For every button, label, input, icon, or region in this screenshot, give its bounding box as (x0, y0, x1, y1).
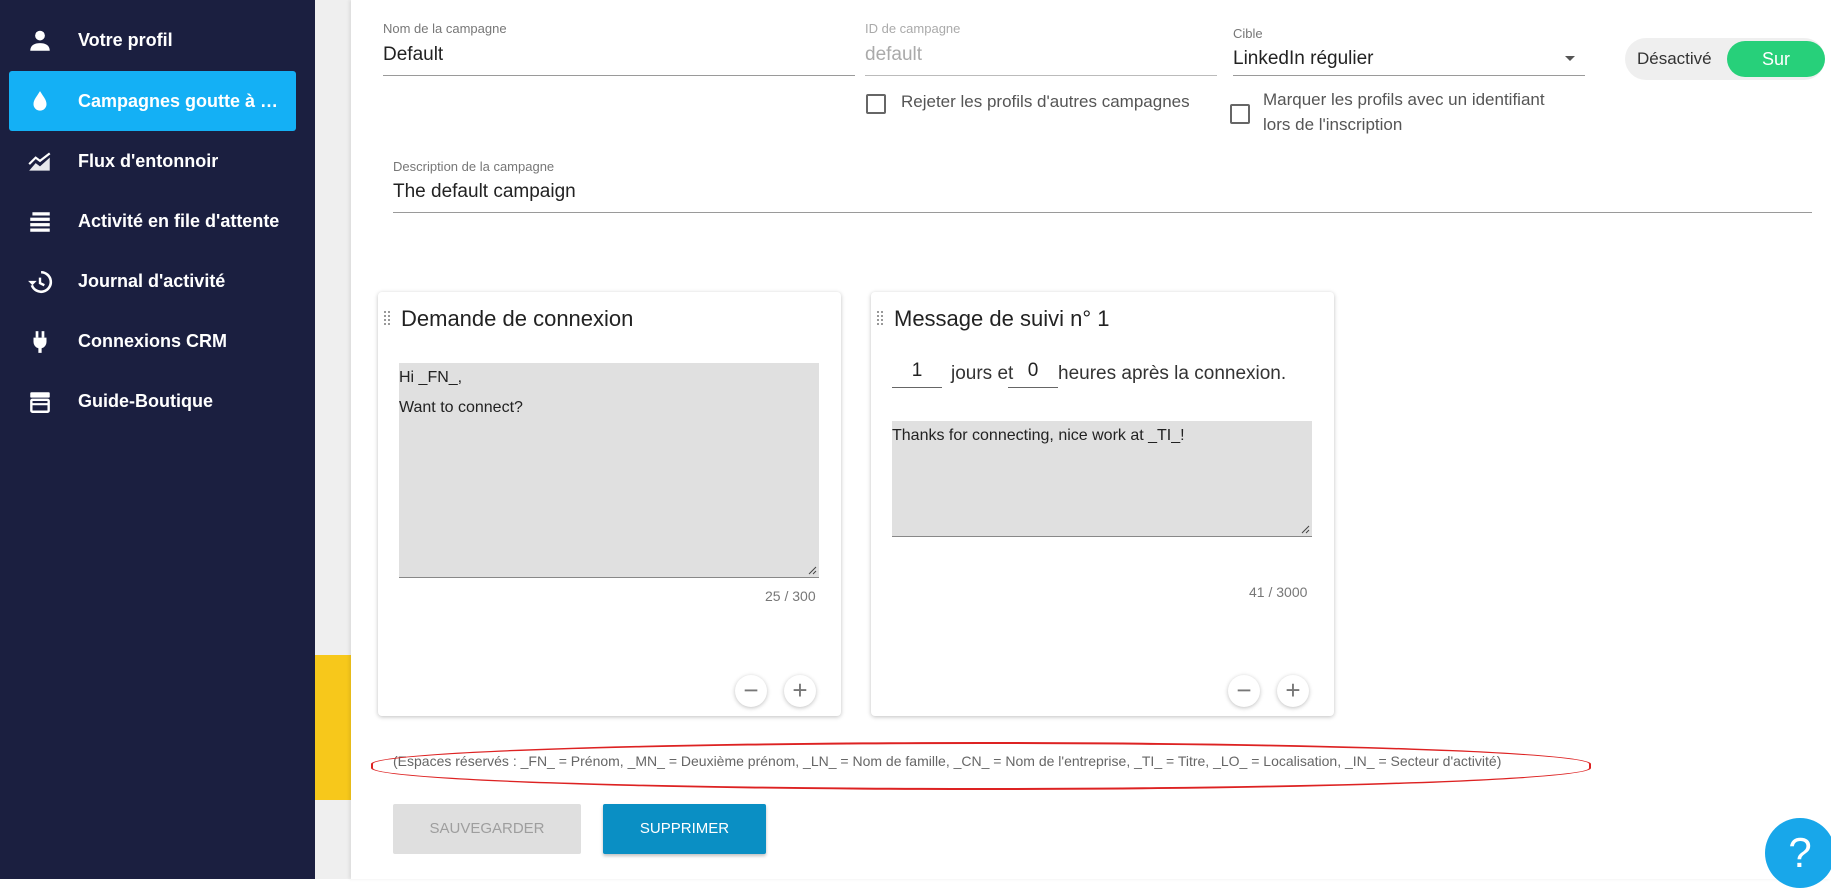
sidebar-item-label: Campagnes goutte à g… (78, 90, 288, 111)
description-underline (393, 212, 1812, 213)
minus-button[interactable]: − (1228, 675, 1260, 707)
resize-grip-icon[interactable] (1300, 524, 1310, 534)
message-line: Hi _FN_, (399, 369, 463, 386)
sidebar-item-label: Votre profil (78, 29, 173, 50)
sidebar-item-label: Activité en file d'attente (78, 210, 280, 231)
sidebar-item-profile[interactable]: Votre profil (9, 10, 296, 70)
highlight-ellipse (371, 742, 1591, 790)
sidebar-item-crm-connections[interactable]: Connexions CRM (9, 311, 296, 371)
mark-profiles-label-line2: lors de l'inscription (1263, 115, 1403, 134)
sidebar-item-activity-log[interactable]: Journal d'activité (9, 251, 296, 311)
description-label: Description de la campagne (393, 159, 555, 174)
drag-handle-icon[interactable] (384, 311, 392, 329)
reject-profiles-checkbox[interactable] (866, 94, 886, 114)
message-line: Want to connect? (399, 399, 523, 416)
character-counter: 41 / 3000 (1249, 584, 1308, 600)
sidebar: Votre profil Campagnes goutte à g… Flux … (0, 0, 315, 879)
campaign-id-input: default (865, 44, 923, 65)
person-icon (30, 30, 50, 51)
campaign-name-underline (383, 75, 855, 76)
target-label: Cible (1233, 26, 1263, 41)
queue-icon (30, 212, 50, 232)
sidebar-item-queued-activity[interactable]: Activité en file d'attente (9, 191, 296, 251)
followup-message-card: Message de suivi n° 1 1 jours et 0 heure… (871, 292, 1334, 716)
area-chart-icon (28, 152, 51, 171)
mark-profiles-checkbox[interactable] (1230, 104, 1250, 124)
sidebar-item-label: Flux d'entonnoir (78, 150, 219, 171)
minus-button[interactable]: − (735, 675, 767, 707)
decorative-shape (315, 655, 351, 800)
sidebar-item-label: Journal d'activité (78, 270, 226, 291)
toggle-off-label[interactable]: Désactivé (1637, 49, 1712, 69)
resize-grip-icon[interactable] (807, 565, 817, 575)
campaign-id-label: ID de campagne (865, 21, 961, 36)
hours-input[interactable]: 0 (1008, 360, 1058, 388)
campaign-id-underline (865, 75, 1217, 76)
campaign-status-toggle[interactable]: Désactivé Sur (1625, 38, 1825, 80)
sidebar-item-label: Connexions CRM (78, 330, 228, 351)
connection-message-textarea[interactable]: Hi _FN_, Want to connect? (399, 363, 819, 578)
toggle-on-label[interactable]: Sur (1727, 41, 1825, 77)
followup-message-textarea[interactable]: Thanks for connecting, nice work at _TI_… (892, 421, 1312, 537)
campaign-name-input[interactable]: Default (383, 44, 443, 66)
target-underline (1233, 75, 1585, 76)
days-input[interactable]: 1 (892, 360, 942, 388)
drag-handle-icon[interactable] (877, 311, 885, 329)
hours-label: heures après la connexion. (1058, 363, 1287, 384)
target-select[interactable]: LinkedIn régulier (1233, 48, 1373, 70)
card-title: Message de suivi n° 1 (894, 306, 1110, 331)
store-icon (30, 392, 50, 413)
sidebar-item-shop-guide[interactable]: Guide-Boutique (9, 371, 296, 431)
description-input[interactable]: The default campaign (393, 181, 576, 203)
history-icon (28, 270, 53, 294)
character-counter: 25 / 300 (765, 588, 816, 604)
help-button[interactable]: ? (1765, 818, 1831, 888)
sidebar-item-funnel-flow[interactable]: Flux d'entonnoir (9, 131, 296, 191)
mark-profiles-label-line1: Marquer les profils avec un identifiant (1263, 90, 1545, 109)
days-label: jours et (951, 363, 1014, 384)
reject-profiles-label: Rejeter les profils d'autres campagnes (901, 92, 1190, 111)
sidebar-item-label: Guide-Boutique (78, 390, 213, 411)
card-title: Demande de connexion (401, 306, 634, 331)
plus-button[interactable]: + (1277, 675, 1309, 707)
delete-button[interactable]: SUPPRIMER (603, 804, 766, 854)
sidebar-item-drip-campaigns[interactable]: Campagnes goutte à g… (9, 71, 296, 131)
drop-icon (33, 91, 47, 111)
connection-request-card: Demande de connexion Hi _FN_, Want to co… (378, 292, 841, 716)
plug-icon (33, 331, 47, 353)
message-line: Thanks for connecting, nice work at _TI_… (892, 427, 1185, 444)
campaign-name-label: Nom de la campagne (383, 21, 507, 36)
chevron-down-icon[interactable] (1565, 56, 1575, 61)
save-button[interactable]: SAUVEGARDER (393, 804, 581, 854)
plus-button[interactable]: + (784, 675, 816, 707)
